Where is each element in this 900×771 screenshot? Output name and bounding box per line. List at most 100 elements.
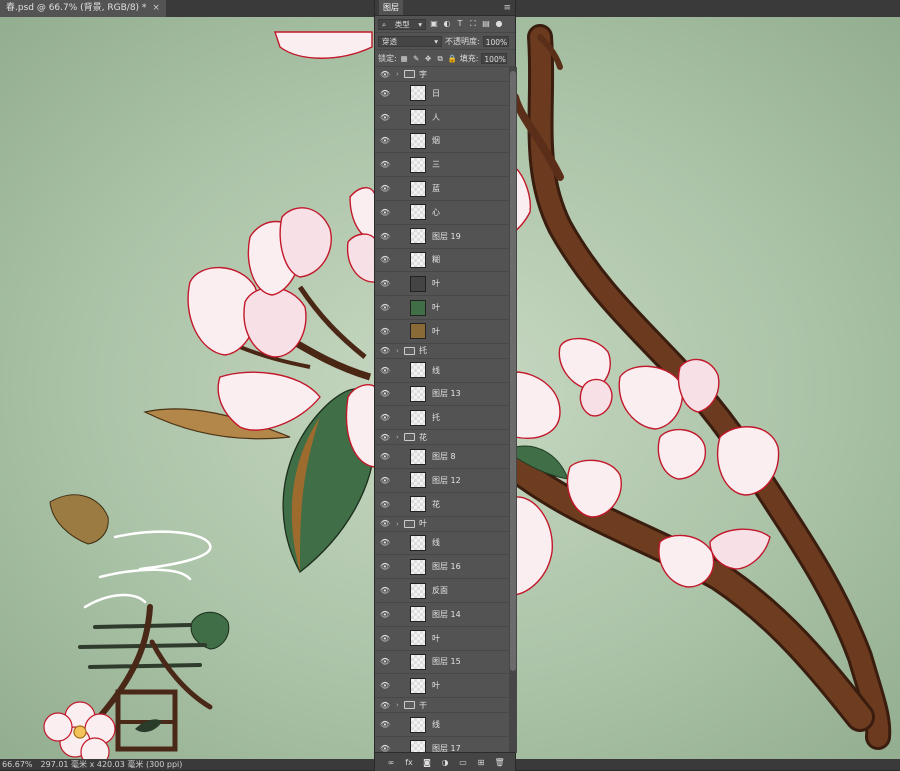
eye-icon[interactable]: 👁 <box>378 208 392 217</box>
lock-row: 锁定: ▦ ✎ ✥ ⧉ 🔒 填充: 100% <box>375 50 515 67</box>
eye-icon[interactable]: 👁 <box>378 89 392 98</box>
layer-row[interactable]: 👁 花 <box>375 493 509 517</box>
chevron-right-icon[interactable]: › <box>396 433 404 441</box>
layer-row[interactable]: 👁 线 <box>375 713 509 737</box>
layer-scrollbar[interactable] <box>509 67 517 753</box>
layer-group[interactable]: 👁 › 字 <box>375 67 509 82</box>
layer-row[interactable]: 👁 线 <box>375 532 509 556</box>
layer-name: 三 <box>432 160 440 170</box>
eye-icon[interactable]: 👁 <box>378 160 392 169</box>
layer-row[interactable]: 👁 蓝 <box>375 177 509 201</box>
layer-row[interactable]: 👁 线 <box>375 359 509 383</box>
layer-row[interactable]: 👁 反面 <box>375 579 509 603</box>
scrollbar-thumb[interactable] <box>510 71 516 671</box>
layer-row[interactable]: 👁 人 <box>375 106 509 130</box>
opacity-input[interactable]: 100% <box>482 35 509 47</box>
eye-icon[interactable]: 👁 <box>378 610 392 619</box>
zoom-level[interactable]: 66.67% <box>2 759 33 770</box>
lock-transparent-icon[interactable]: ▦ <box>400 54 409 63</box>
layer-row[interactable]: 👁 日 <box>375 82 509 106</box>
eye-icon[interactable]: 👁 <box>378 303 392 312</box>
layer-row[interactable]: 👁 托 <box>375 406 509 431</box>
layer-row[interactable]: 👁 图层 13 <box>375 383 509 407</box>
layer-row[interactable]: 👁 叶 <box>375 320 509 344</box>
layer-row[interactable]: 👁 图层 14 <box>375 603 509 627</box>
lock-artboard-icon[interactable]: ⧉ <box>436 54 445 63</box>
lock-position-icon[interactable]: ✥ <box>424 54 433 63</box>
eye-icon[interactable]: 👁 <box>378 70 392 79</box>
lock-all-icon[interactable]: 🔒 <box>448 54 457 63</box>
chevron-right-icon[interactable]: › <box>396 520 404 528</box>
eye-icon[interactable]: 👁 <box>378 327 392 336</box>
eye-icon[interactable]: 👁 <box>378 681 392 690</box>
eye-icon[interactable]: 👁 <box>378 255 392 264</box>
fx-icon[interactable]: fx <box>405 758 414 767</box>
layer-row[interactable]: 👁 三 <box>375 153 509 178</box>
layer-group[interactable]: 👁 › 花 <box>375 430 509 446</box>
eye-icon[interactable]: 👁 <box>378 113 392 122</box>
new-layer-icon[interactable]: ⊞ <box>477 758 486 767</box>
layer-thumbnail <box>410 275 426 292</box>
layer-row[interactable]: 👁 图层 12 <box>375 469 509 493</box>
layer-group[interactable]: 👁 › 托 <box>375 344 509 359</box>
eye-icon[interactable]: 👁 <box>378 433 392 442</box>
eye-icon[interactable]: 👁 <box>378 562 392 571</box>
filter-kind-select[interactable]: ⌕ 类型 ▾ <box>378 18 426 30</box>
close-tab-icon[interactable]: × <box>152 0 160 17</box>
layer-row[interactable]: 👁 心 <box>375 201 509 225</box>
eye-icon[interactable]: 👁 <box>378 657 392 666</box>
layer-name: 图层 15 <box>432 657 461 667</box>
eye-icon[interactable]: 👁 <box>378 366 392 375</box>
image-icon[interactable]: ▣ <box>429 19 439 29</box>
eye-icon[interactable]: 👁 <box>378 519 392 528</box>
filter-toggle-icon[interactable]: ● <box>494 19 504 29</box>
layer-row[interactable]: 👁 糊 <box>375 249 509 273</box>
layer-row[interactable]: 👁 叶 <box>375 272 509 297</box>
eye-icon[interactable]: 👁 <box>378 701 392 710</box>
adjustment-icon[interactable]: ◐ <box>442 19 452 29</box>
layer-row[interactable]: 👁 图层 15 <box>375 651 509 675</box>
eye-icon[interactable]: 👁 <box>378 136 392 145</box>
eye-icon[interactable]: 👁 <box>378 476 392 485</box>
link-icon[interactable]: ∞ <box>387 758 396 767</box>
eye-icon[interactable]: 👁 <box>378 586 392 595</box>
chevron-right-icon[interactable]: › <box>396 347 404 355</box>
eye-icon[interactable]: 👁 <box>378 452 392 461</box>
layer-row[interactable]: 👁 图层 16 <box>375 555 509 580</box>
layer-row[interactable]: 👁 叶 <box>375 627 509 651</box>
eye-icon[interactable]: 👁 <box>378 346 392 355</box>
trash-icon[interactable]: 🗑 <box>495 758 505 767</box>
blend-mode-select[interactable]: 穿透 ▾ <box>378 35 442 47</box>
layer-row[interactable]: 👁 图层 8 <box>375 445 509 469</box>
chevron-right-icon[interactable]: › <box>396 70 404 78</box>
folder-icon[interactable]: ▭ <box>459 758 468 767</box>
adjustment-icon[interactable]: ◑ <box>441 758 450 767</box>
layer-row[interactable]: 👁 图层 17 <box>375 737 509 753</box>
hamburger-icon[interactable]: ≡ <box>503 3 511 13</box>
eye-icon[interactable]: 👁 <box>378 184 392 193</box>
layer-row[interactable]: 👁 叶 <box>375 296 509 320</box>
eye-icon[interactable]: 👁 <box>378 500 392 509</box>
eye-icon[interactable]: 👁 <box>378 413 392 422</box>
eye-icon[interactable]: 👁 <box>378 720 392 729</box>
smart-object-icon[interactable]: ▤ <box>481 19 491 29</box>
lock-paint-icon[interactable]: ✎ <box>412 54 421 63</box>
layer-group[interactable]: 👁 › 叶 <box>375 517 509 532</box>
layer-group[interactable]: 👁 › 干 <box>375 698 509 714</box>
mask-icon[interactable]: ◙ <box>423 758 432 767</box>
layer-row[interactable]: 👁 图层 19 <box>375 225 509 249</box>
eye-icon[interactable]: 👁 <box>378 634 392 643</box>
layer-row[interactable]: 👁 叶 <box>375 674 509 699</box>
document-tab[interactable]: 春.psd @ 66.7% (背景, RGB/8) * × <box>0 0 166 17</box>
panel-footer: ∞ fx ◙ ◑ ▭ ⊞ 🗑 <box>375 752 515 771</box>
layer-row[interactable]: 👁 烟 <box>375 130 509 154</box>
eye-icon[interactable]: 👁 <box>378 389 392 398</box>
fill-input[interactable]: 100% <box>481 52 508 64</box>
eye-icon[interactable]: 👁 <box>378 279 392 288</box>
chevron-right-icon[interactable]: › <box>396 701 404 709</box>
type-icon[interactable]: T <box>455 19 465 29</box>
tab-layers[interactable]: 图层 <box>379 0 403 15</box>
eye-icon[interactable]: 👁 <box>378 232 392 241</box>
eye-icon[interactable]: 👁 <box>378 538 392 547</box>
shape-icon[interactable]: ⛶ <box>468 19 478 29</box>
